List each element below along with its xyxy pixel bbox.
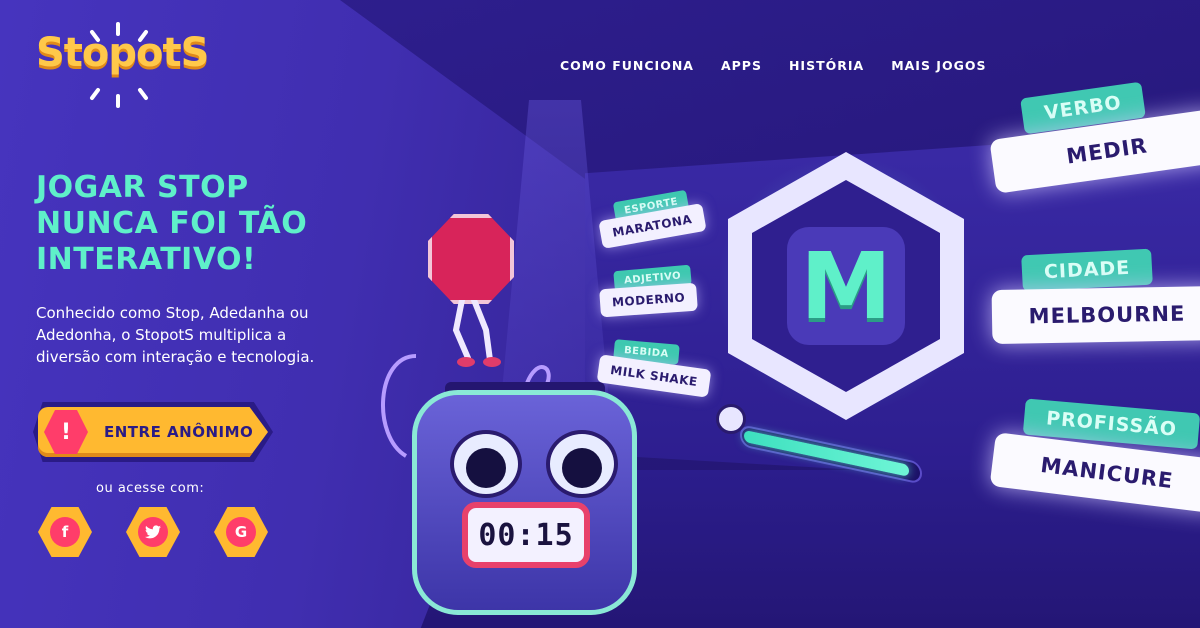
hero-title: JOGAR STOP NUNCA FOI TÃO INTERATIVO! <box>36 170 356 278</box>
round-letter: M <box>787 227 905 345</box>
nav-item-apps[interactable]: APPS <box>721 58 762 73</box>
enter-anonymous-label: ENTRE ANÔNIMO <box>104 423 254 441</box>
timer-right-eye <box>546 430 618 498</box>
timer-left-eye <box>450 430 522 498</box>
hero-description: Conhecido como Stop, Adedanha ou Adedonh… <box>36 304 315 366</box>
facebook-icon: f <box>50 517 80 547</box>
twitter-icon <box>138 517 168 547</box>
main-nav: COMO FUNCIONA APPS HISTÓRIA MAIS JOGOS <box>560 58 986 73</box>
category-answer-melbourne: MELBOURNE <box>991 285 1200 345</box>
alt-login-label: ou acesse com: <box>96 481 205 496</box>
clock-icon <box>716 404 746 434</box>
google-icon: G <box>226 517 256 547</box>
nav-item-como-funciona[interactable]: COMO FUNCIONA <box>560 58 694 73</box>
nav-item-mais-jogos[interactable]: MAIS JOGOS <box>891 58 986 73</box>
hero-title-line-2: NUNCA FOI TÃO <box>36 206 308 241</box>
timer-right-pupil <box>562 448 602 488</box>
hero-title-line-1: JOGAR STOP <box>36 170 249 205</box>
timer-display: 00:15 <box>462 502 590 568</box>
nav-item-historia[interactable]: HISTÓRIA <box>789 58 864 73</box>
alert-icon: ! <box>44 410 88 454</box>
enter-anonymous-button[interactable]: ! ENTRE ANÔNIMO <box>38 407 268 457</box>
timer-left-pupil <box>466 448 506 488</box>
category-tag-cidade: CIDADE <box>1021 248 1154 292</box>
twitter-bird-icon <box>145 525 161 539</box>
brand-logo[interactable]: StopotS <box>36 30 209 76</box>
hero-title-line-3: INTERATIVO! <box>36 242 257 277</box>
